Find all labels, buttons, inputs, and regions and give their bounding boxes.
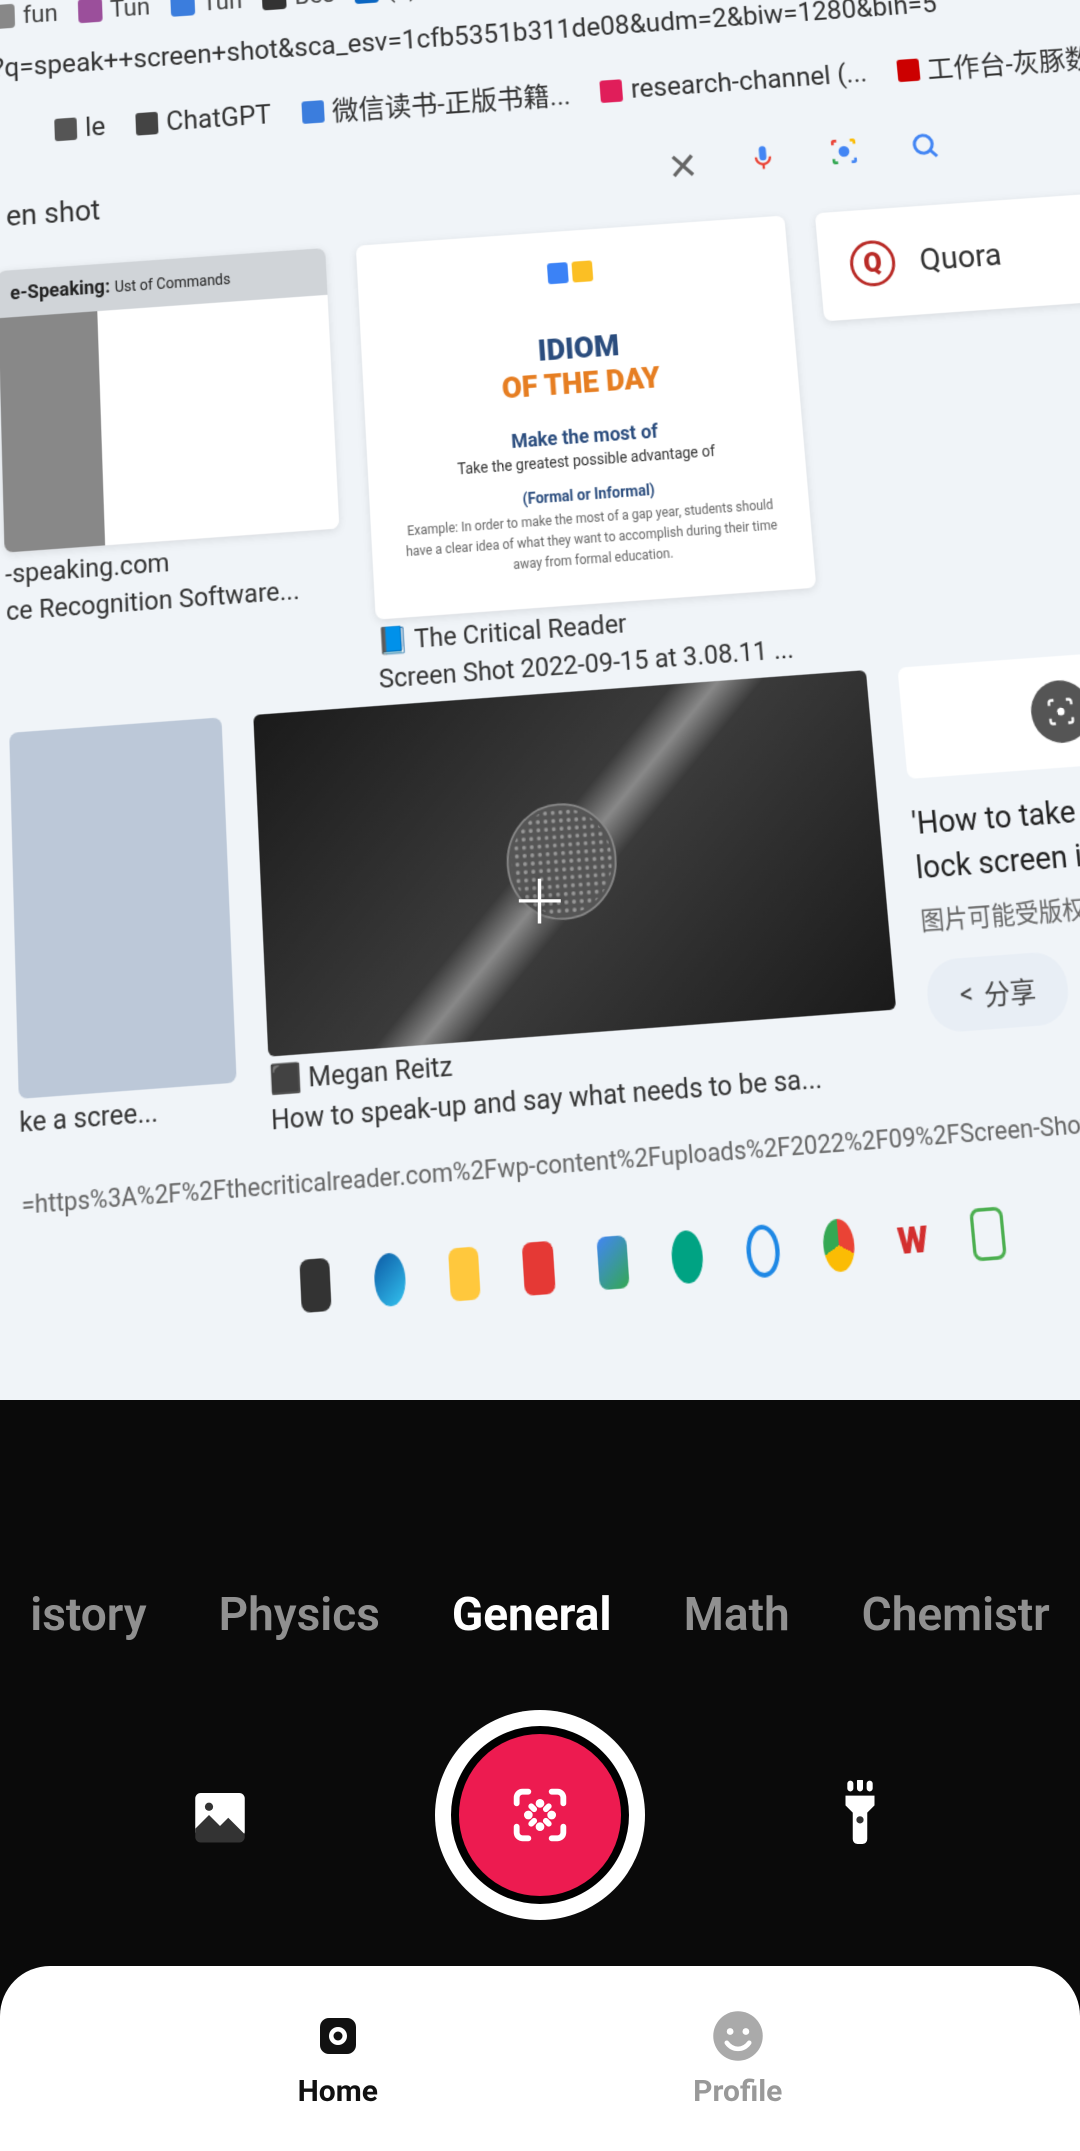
title-text: e-Speaking: [10,276,111,305]
bottom-navigation: Home Profile [0,1966,1080,2151]
bookmark-label: research-channel (... [630,58,869,105]
result-small: ke a scree... [9,717,239,1155]
bookmark-icon [301,100,324,124]
subject-selector[interactable]: istory Physics General Math Chemistr [0,1588,1080,1642]
home-icon [310,2008,366,2064]
bookmark-label: 工作台-灰豚数据红... [925,33,1080,87]
shutter-button[interactable] [435,1710,645,1920]
subject-tab-math[interactable]: Math [684,1588,790,1642]
bookmark: research-channel (... [599,54,868,110]
lens-icon [826,133,863,181]
tab-favicon [0,3,15,29]
gallery-button[interactable] [185,1780,255,1850]
browser-tab: Ans [436,0,512,3]
shutter-inner [451,1726,629,1904]
result-card-quora: Q Quora [815,189,1080,322]
bookmark-icon [896,58,920,82]
tab-label: Bes [294,0,336,10]
card-body-image [0,295,339,553]
browser-tab: Tun [77,0,150,28]
app-icon [596,1235,630,1290]
search-icon [909,127,944,175]
nav-profile-label: Profile [693,2074,782,2109]
nav-profile[interactable]: Profile [693,2008,782,2109]
app-icon [670,1229,704,1284]
crosshair-icon: + [516,850,564,951]
subtitle-text: Ust of Commands [114,271,230,296]
idiom-icon [547,260,602,316]
nav-home-label: Home [298,2074,378,2109]
bookmark-icon [54,117,77,141]
camera-controls [0,1710,1080,1920]
tab-label: fun [22,0,58,29]
tab-label: Tun [202,0,243,16]
browser-tab: Bes [261,0,335,15]
image-results-grid: e-Speaking: Ust of Commands -speaking.co… [0,176,1080,734]
share-label: 分享 [982,969,1038,1013]
bookmark: 微信读书-正版书籍... [301,75,572,131]
result-col-3: Q Quora [815,189,1080,659]
tab-favicon [78,0,103,23]
share-button: < 分享 [924,950,1071,1033]
quora-icon: Q [848,239,897,288]
edge-icon [374,1252,407,1307]
result-quora-detail: 'How to take a scree lock screen in an A… [897,644,1080,1086]
flash-button[interactable] [825,1780,895,1850]
lens-badge [897,644,1080,778]
quora-label: Quora [918,236,1003,278]
browser-tab: fun [0,0,58,34]
laptop-screen-content: fun Tun Tun Bes (6) Ans Ans 上汗 ?q=speak+… [0,0,1080,1518]
profile-icon [710,2008,766,2064]
browser-tab: (6) [354,0,418,9]
phone-image [9,717,236,1099]
explorer-icon [448,1246,481,1301]
subject-tab-history[interactable]: istory [30,1588,146,1642]
tab-favicon [170,0,195,16]
result-col-2: IDIOM OF THE DAY Make the most of Take t… [356,216,823,695]
mic-graphic [469,752,675,971]
bookmark-label: ChatGPT [166,99,272,137]
search-icon [744,1223,782,1278]
quora-title-text: How to take a scree [915,785,1080,842]
tab-favicon [262,0,287,10]
result-col-1: e-Speaking: Ust of Commands -speaking.co… [0,248,348,721]
mic-icon [747,139,779,187]
flashlight-icon [831,1780,889,1850]
search-query-text: en shot [6,193,101,234]
bookmark: le [54,107,106,148]
microphone-image [253,670,896,1057]
tab-label: Tun [110,0,151,23]
bookmark: 工作台-灰豚数据红... [895,33,1080,89]
tab-favicon [354,0,379,4]
subject-tab-physics[interactable]: Physics [219,1588,380,1642]
bookmark-label: 微信读书-正版书籍... [331,75,572,129]
browser-tab: Tun [169,0,243,22]
app-icon [522,1240,556,1295]
scan-icon [505,1780,575,1850]
lens-circle-icon [1028,678,1080,745]
bookmark-icon [600,79,624,103]
taskbar-icon [299,1257,332,1312]
chrome-icon [821,1217,856,1272]
result-card-idiom: IDIOM OF THE DAY Make the most of Take t… [356,216,817,620]
subject-tab-general[interactable]: General [452,1588,612,1642]
wps-icon: W [895,1212,930,1267]
search-toolbar: ✕ [666,127,944,192]
tab-label: (6) [386,0,418,3]
result-mic: ⬛ Megan Reitz How to speak-up and say wh… [253,670,903,1136]
bookmark-label: le [85,111,106,143]
result-card-espeaking: e-Speaking: Ust of Commands [0,248,339,553]
bookmark-icon [135,111,158,135]
share-icon: < [958,978,974,1011]
gallery-icon [187,1782,253,1848]
subject-tab-chemistry[interactable]: Chemistr [862,1588,1050,1642]
camera-viewfinder: fun Tun Tun Bes (6) Ans Ans 上汗 ?q=speak+… [0,0,1080,2000]
close-icon: ✕ [666,144,700,192]
nav-home[interactable]: Home [298,2008,378,2109]
bookmark: ChatGPT [135,96,272,143]
app-icon [969,1206,1007,1261]
